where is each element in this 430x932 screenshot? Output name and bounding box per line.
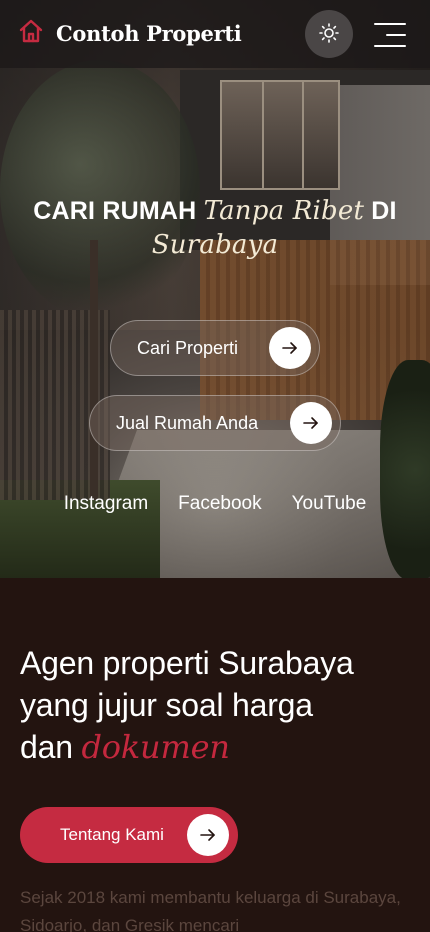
arrow-right-icon <box>290 402 332 444</box>
hero-title-part2: DI <box>371 197 397 225</box>
about-title-line1: Agen properti Surabaya <box>20 645 354 681</box>
hero-section <box>0 0 430 578</box>
hero-title: CARI RUMAH Tanpa Ribet DI Surabaya <box>0 194 430 262</box>
tentang-kami-label: Tentang Kami <box>60 825 164 844</box>
social-links: Instagram Facebook YouTube <box>0 493 430 515</box>
instagram-link[interactable]: Instagram <box>64 493 148 515</box>
arrow-right-icon <box>269 327 311 369</box>
jual-rumah-label: Jual Rumah Anda <box>116 412 259 433</box>
about-title-line2: yang jujur soal harga <box>20 687 313 723</box>
hero-bg-tree-trunk <box>90 240 98 500</box>
arrow-right-icon <box>187 814 229 856</box>
brand-link[interactable]: Contoh Properti <box>18 18 242 49</box>
youtube-link[interactable]: YouTube <box>292 493 367 515</box>
hero-bg-shrub <box>380 360 430 578</box>
navbar: Contoh Properti <box>0 0 430 68</box>
hamburger-menu-icon[interactable] <box>374 20 408 50</box>
about-title-line3: dan <box>20 729 73 765</box>
brand-title: Contoh Properti <box>56 21 242 46</box>
jual-rumah-button[interactable]: Jual Rumah Anda <box>89 395 341 451</box>
cari-properti-label: Cari Properti <box>137 337 239 358</box>
hero-bg-tree <box>0 60 200 320</box>
sun-icon <box>318 22 340 47</box>
about-title: Agen properti Surabaya yang jujur soal h… <box>20 642 420 768</box>
hero-title-italic2: Surabaya <box>151 230 279 260</box>
hero-title-part1: CARI RUMAH <box>33 197 197 225</box>
theme-toggle-button[interactable] <box>305 10 353 58</box>
cari-properti-button[interactable]: Cari Properti <box>110 320 320 376</box>
facebook-link[interactable]: Facebook <box>178 493 261 515</box>
about-title-italic: dokumen <box>81 728 230 766</box>
about-description: Sejak 2018 kami membantu keluarga di Sur… <box>20 888 401 932</box>
hero-title-italic1: Tanpa Ribet <box>203 196 365 226</box>
hero-bg-window <box>220 80 340 190</box>
tentang-kami-button[interactable]: Tentang Kami <box>20 807 238 863</box>
home-icon <box>18 18 44 49</box>
